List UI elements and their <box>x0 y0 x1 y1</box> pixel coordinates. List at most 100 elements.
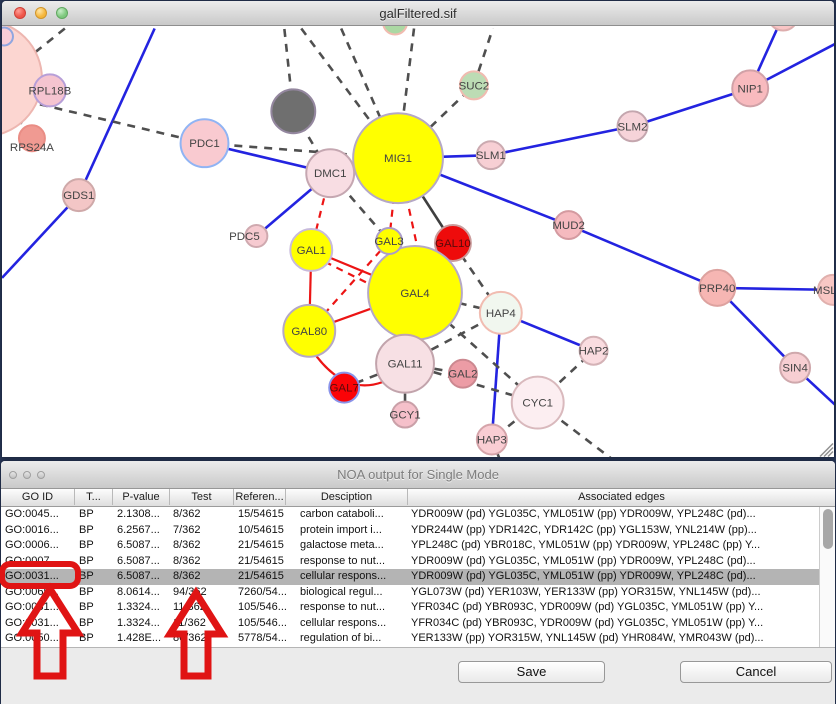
table-cell: BP <box>75 631 113 647</box>
zoom-button[interactable] <box>37 471 45 479</box>
column-header-1[interactable]: GO ID <box>1 489 75 505</box>
table-cell: BP <box>75 585 113 601</box>
table-row[interactable]: GO:0031...BP1.3324...11/362105/546...res… <box>1 600 835 616</box>
table-cell: 94/362 <box>170 585 234 601</box>
table-row[interactable]: GO:0065...BP8.0614...94/3627260/54...bio… <box>1 585 835 601</box>
edge-pp[interactable] <box>79 29 155 196</box>
table-cell: protein import i... <box>286 523 408 539</box>
cancel-button[interactable]: Cancel <box>680 661 832 683</box>
table-cell: YPL248C (pd) YBR018C, YML051W (pp) YDR00… <box>408 538 835 554</box>
table-cell: response to nut... <box>286 600 408 616</box>
table-cell: regulation of bi... <box>286 631 408 647</box>
table-cell: 1.3324... <box>113 600 170 616</box>
table-cell: 6.5087... <box>113 538 170 554</box>
table-cell: BP <box>75 554 113 570</box>
close-button[interactable] <box>14 7 26 19</box>
table-cell: BP <box>75 507 113 523</box>
node-label-GAL80: GAL80 <box>291 326 327 338</box>
node-label-HAP2: HAP2 <box>579 346 609 358</box>
table-cell: cellular respons... <box>286 616 408 632</box>
table-cell: YER133W (pp) YOR315W, YNL145W (pd) YHR08… <box>408 631 835 647</box>
edge-pp[interactable] <box>569 225 718 288</box>
node-label-SUC2: SUC2 <box>459 80 490 92</box>
noa-window-title: NOA output for Single Mode <box>1 467 835 482</box>
node-label-SIN4: SIN4 <box>782 363 808 375</box>
edge-pp[interactable] <box>491 126 633 155</box>
table-cell: 10/54615 <box>234 523 286 539</box>
table-cell: BP <box>75 569 113 585</box>
table-cell: 105/546... <box>234 616 286 632</box>
node-label-GAL4: GAL4 <box>400 288 430 300</box>
column-header-7[interactable]: Associated edges <box>408 489 835 505</box>
node-gray-node[interactable] <box>271 89 315 133</box>
table-cell: GO:0031... <box>1 600 75 616</box>
table-cell: 1.3324... <box>113 616 170 632</box>
table-cell: GO:0050... <box>1 631 75 647</box>
vertical-scrollbar[interactable] <box>819 507 835 647</box>
node-label-GAL2: GAL2 <box>448 369 477 381</box>
node-label-GAL7: GAL7 <box>330 383 359 395</box>
column-header-6[interactable]: Desciption <box>286 489 408 505</box>
table-cell: 7260/54... <box>234 585 286 601</box>
node-pink-tr[interactable] <box>768 26 798 31</box>
table-cell: 11/362 <box>170 600 234 616</box>
window-controls-inactive <box>9 471 45 479</box>
node-corner-tl[interactable] <box>2 28 13 46</box>
close-button[interactable] <box>9 471 17 479</box>
minimize-button[interactable] <box>35 7 47 19</box>
save-button[interactable]: Save <box>458 661 605 683</box>
table-cell: YGL073W (pd) YER103W, YER133W (pp) YOR31… <box>408 585 835 601</box>
table-cell: GO:0031... <box>1 569 75 585</box>
table-cell: BP <box>75 538 113 554</box>
table-cell: cellular respons... <box>286 569 408 585</box>
node-label-SLM2: SLM2 <box>618 121 648 133</box>
table-row[interactable]: GO:0045...BP2.1308...8/36215/54615carbon… <box>1 507 835 523</box>
node-label-GAL11: GAL11 <box>388 359 423 371</box>
node-label-PDC1: PDC1 <box>189 138 220 150</box>
noa-window-titlebar[interactable]: NOA output for Single Mode <box>1 461 835 489</box>
table-cell: carbon cataboli... <box>286 507 408 523</box>
table-rows: GO:0045...BP2.1308...8/36215/54615carbon… <box>1 507 835 647</box>
table-cell: GO:0065... <box>1 585 75 601</box>
column-header-3[interactable]: P-value <box>113 489 170 505</box>
column-header-5[interactable]: Referen... <box>234 489 286 505</box>
network-window-titlebar[interactable]: galFiltered.sif <box>2 1 834 26</box>
zoom-button[interactable] <box>56 7 68 19</box>
window-controls <box>14 7 68 19</box>
node-label-GAL1: GAL1 <box>297 245 326 257</box>
table-cell: 8/362 <box>170 507 234 523</box>
table-cell: 11/362 <box>170 616 234 632</box>
node-label-SLM1: SLM1 <box>476 150 506 162</box>
table-cell: GO:0006... <box>1 538 75 554</box>
column-header-2[interactable]: T... <box>75 489 113 505</box>
desktop: { "main_window": { "title": "galFiltered… <box>0 0 836 704</box>
table-cell: BP <box>75 616 113 632</box>
table-cell: YFR034C (pd) YBR093C, YDR009W (pd) YGL03… <box>408 600 835 616</box>
table-cell: YFR034C (pd) YBR093C, YDR009W (pd) YGL03… <box>408 616 835 632</box>
table-cell: 21/54615 <box>234 569 286 585</box>
column-header-4[interactable]: Test <box>170 489 234 505</box>
node-green-top[interactable] <box>383 26 407 34</box>
table-row[interactable]: GO:0031...BP1.3324...11/362105/546...cel… <box>1 616 835 632</box>
network-canvas[interactable]: RPL18BRPS24AGDS1PDC1MIG1DMC1SUC2SLM1SLM2… <box>2 26 834 457</box>
table-row[interactable]: GO:0016...BP6.2567...7/36210/54615protei… <box>1 523 835 539</box>
network-window-title: galFiltered.sif <box>2 6 834 21</box>
table-header: GO IDT...P-valueTestReferen...Desciption… <box>1 489 835 507</box>
table-cell: GO:0031... <box>1 616 75 632</box>
table-cell: 21/54615 <box>234 554 286 570</box>
table-row[interactable]: GO:0050...BP1.428E...80/3625778/54...reg… <box>1 631 835 647</box>
node-label-PDC5: PDC5 <box>229 231 260 243</box>
table-row[interactable]: GO:0007...BP6.5087...8/36221/54615respon… <box>1 554 835 570</box>
table-cell: 15/54615 <box>234 507 286 523</box>
table-row[interactable]: GO:0006...BP6.5087...8/36221/54615galact… <box>1 538 835 554</box>
edge-pd[interactable] <box>40 104 205 143</box>
network-graph[interactable]: RPL18BRPS24AGDS1PDC1MIG1DMC1SUC2SLM1SLM2… <box>2 26 834 457</box>
node-label-MIG1: MIG1 <box>384 153 412 165</box>
noa-window: NOA output for Single Mode GO IDT...P-va… <box>1 461 835 704</box>
scrollbar-thumb[interactable] <box>823 509 833 549</box>
node-label-HAP3: HAP3 <box>477 435 507 447</box>
table-cell: 5778/54... <box>234 631 286 647</box>
minimize-button[interactable] <box>23 471 31 479</box>
table-row-selected[interactable]: GO:0031...BP6.5087...8/36221/54615cellul… <box>1 569 835 585</box>
node-label-MUD2: MUD2 <box>552 220 585 232</box>
